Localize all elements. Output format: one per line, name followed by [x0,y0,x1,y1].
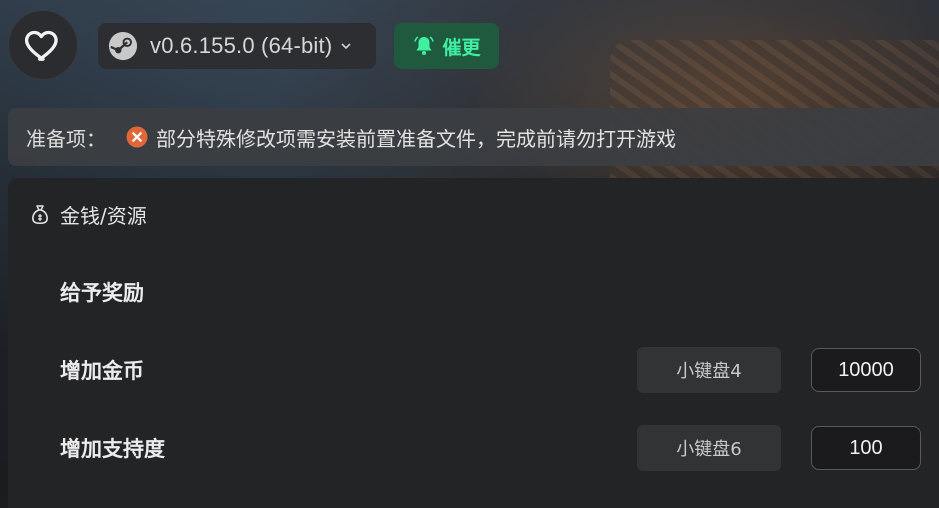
add-support-value-input[interactable]: 100 [811,426,921,470]
steam-icon [108,31,138,61]
preparation-bar: 准备项： 部分特殊修改项需安装前置准备文件，完成前请勿打开游戏 [8,108,939,166]
reward-item-label[interactable]: 给予奖励 [60,277,144,307]
cheat-panel: 金钱/资源 给予奖励 增加金币 小键盘4 10000 增加支持度 小键盘6 10… [8,178,939,508]
money-bag-icon [32,204,48,224]
preparation-label: 准备项： [26,126,106,151]
version-label: v0.6.155.0 (64-bit) [150,33,333,58]
heart-icon [24,30,58,61]
add-support-label: 增加支持度 [60,437,165,461]
chevron-down-icon [341,43,351,50]
bell-icon [414,36,435,55]
request-update-button[interactable]: 催更 [394,23,499,69]
section-header: 金钱/资源 [30,200,147,229]
version-selector[interactable]: v0.6.155.0 (64-bit) [98,23,376,69]
warning-x-icon[interactable] [126,126,148,148]
section-title: 金钱/资源 [60,204,147,228]
add-gold-label: 增加金币 [60,359,144,383]
add-gold-hotkey[interactable]: 小键盘4 [637,347,781,393]
request-update-label: 催更 [442,36,481,59]
add-gold-value-input[interactable]: 10000 [811,348,921,392]
add-support-hotkey[interactable]: 小键盘6 [637,425,781,471]
favorite-button[interactable] [8,10,78,80]
preparation-message[interactable]: 部分特殊修改项需安装前置准备文件，完成前请勿打开游戏 [156,123,676,152]
